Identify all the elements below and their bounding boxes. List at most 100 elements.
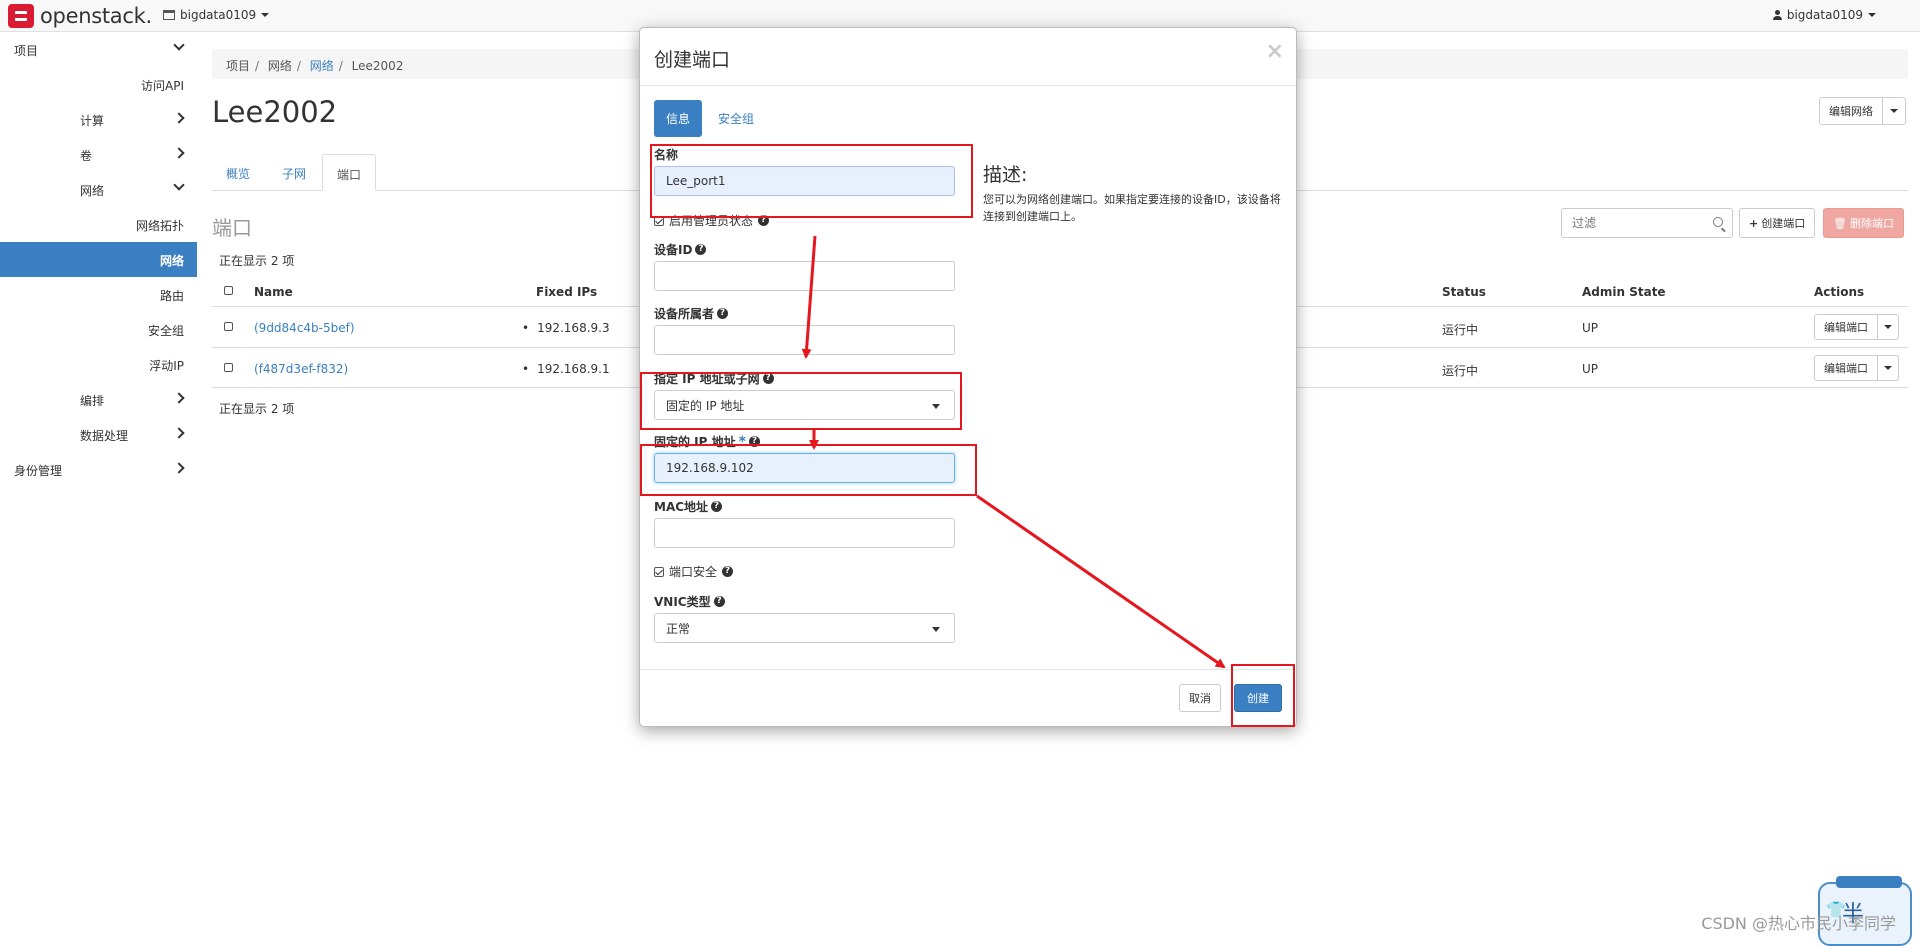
chevron-down-icon [173, 39, 185, 51]
sidebar-item-security-groups[interactable]: 安全组 [0, 312, 197, 347]
sidebar-item-floating-ips[interactable]: 浮动IP [0, 347, 197, 382]
edit-port-button[interactable]: 编辑端口 [1814, 314, 1878, 340]
create-button[interactable]: 创建 [1234, 684, 1282, 712]
vnic-type-select[interactable]: 正常 [654, 613, 955, 643]
sidebar-item-label: 访问API [141, 79, 184, 93]
question-icon[interactable]: ? [717, 308, 729, 319]
fixed-ip-input[interactable]: 192.168.9.102 [654, 453, 955, 483]
sidebar-item-network-group[interactable]: 网络 [0, 172, 197, 207]
breadcrumb-item: 项目 [226, 59, 251, 73]
tab-info[interactable]: 信息 [654, 100, 703, 137]
question-icon[interactable]: ? [758, 215, 770, 226]
item-count-top: 正在显示 2 项 [219, 254, 295, 268]
column-header-fixed-ips[interactable]: Fixed IPs [536, 285, 597, 299]
sidebar-item-label: 路由 [159, 289, 184, 303]
status-text: 运行中 [1442, 323, 1479, 337]
sidebar-item-label: 浮动IP [149, 359, 184, 373]
ip-or-subnet-select[interactable]: 固定的 IP 地址 [654, 390, 955, 420]
sidebar-item-label: 卷 [80, 149, 93, 163]
sidebar-item-label: 数据处理 [80, 429, 129, 443]
question-icon[interactable]: ? [762, 373, 774, 384]
edit-network-button[interactable]: 编辑网络 [1819, 97, 1883, 125]
modal-title: 创建端口 [654, 49, 731, 71]
column-header-status[interactable]: Status [1442, 285, 1486, 299]
sidebar-item-label: 网络 [80, 184, 105, 198]
row-action-dropdown-toggle[interactable] [1878, 314, 1899, 340]
caret-down-icon [1884, 366, 1892, 370]
sidebar-item-access-api[interactable]: 访问API [0, 67, 197, 102]
mac-address-input[interactable] [654, 518, 955, 548]
question-icon[interactable]: ? [711, 501, 723, 512]
openstack-logo[interactable]: openstack. [8, 4, 152, 28]
admin-state-checkbox-row[interactable]: 启用管理员状态 ? [654, 212, 770, 229]
sidebar-item-data-processing[interactable]: 数据处理 [0, 417, 197, 452]
ports-section-title: 端口 [212, 216, 252, 240]
create-port-button[interactable]: + 创建端口 [1739, 208, 1816, 238]
filter-input[interactable] [1562, 209, 1702, 237]
question-icon[interactable]: ? [748, 436, 760, 447]
cancel-button[interactable]: 取消 [1179, 684, 1221, 712]
port-name-input[interactable]: Lee_port1 [654, 166, 955, 196]
sidebar-item-networks[interactable]: 网络 [0, 242, 197, 277]
close-icon[interactable]: × [1266, 39, 1284, 64]
sidebar-item-compute[interactable]: 计算 [0, 102, 197, 137]
question-icon[interactable]: ? [713, 596, 725, 607]
port-name-link[interactable]: (f487d3ef-f832) [254, 362, 348, 376]
sidebar-item-label: 身份管理 [14, 464, 63, 478]
fixed-ip: 192.168.9.1 [522, 362, 610, 376]
select-all-checkbox[interactable] [224, 286, 233, 295]
sidebar-item-project[interactable]: 项目 [0, 32, 197, 67]
tab-overview[interactable]: 概览 [212, 154, 264, 191]
column-header-admin-state[interactable]: Admin State [1582, 285, 1666, 299]
sidebar-item-routers[interactable]: 路由 [0, 277, 197, 312]
delete-ports-button[interactable]: 🗑 删除端口 [1823, 208, 1904, 238]
caret-down-icon [261, 13, 270, 17]
admin-state-text: UP [1582, 362, 1599, 376]
edit-network-dropdown-toggle[interactable] [1883, 97, 1906, 125]
sidebar-item-label: 计算 [80, 114, 105, 128]
search-icon[interactable] [1713, 217, 1723, 227]
row-checkbox[interactable] [224, 363, 233, 372]
chevron-right-icon [173, 147, 185, 159]
page-title: Lee2002 [212, 95, 338, 129]
caret-down-icon [1884, 325, 1892, 329]
tab-security-groups[interactable]: 安全组 [706, 100, 766, 137]
item-count-bottom: 正在显示 2 项 [219, 402, 295, 416]
port-name-link[interactable]: (9dd84c4b-5bef) [254, 321, 355, 335]
ip-or-subnet-selected: 固定的 IP 地址 [666, 398, 745, 413]
sidebar-item-network-topology[interactable]: 网络拓扑 [0, 207, 197, 242]
tab-subnets[interactable]: 子网 [268, 154, 320, 191]
column-header-name[interactable]: Name [254, 285, 293, 299]
ip-or-subnet-label: 指定 IP 地址或子网? [654, 370, 774, 387]
sidebar-item-volumes[interactable]: 卷 [0, 137, 197, 172]
user-menu[interactable]: bigdata0109 [1772, 8, 1876, 22]
create-port-modal: 创建端口 × 信息 安全组 名称 Lee_port1 启用管理员状态 ? 设备I… [639, 27, 1297, 727]
chevron-down-icon [173, 179, 185, 191]
admin-state-label: 启用管理员状态 [669, 214, 754, 228]
sidebar-item-identity[interactable]: 身份管理 [0, 452, 197, 487]
tab-ports[interactable]: 端口 [322, 154, 377, 191]
row-action-group: 编辑端口 [1814, 355, 1899, 381]
breadcrumb-current: Lee2002 [351, 59, 404, 73]
question-icon[interactable]: ? [695, 244, 707, 255]
sidebar-item-orchestration[interactable]: 编排 [0, 382, 197, 417]
device-owner-input[interactable] [654, 325, 955, 355]
row-action-dropdown-toggle[interactable] [1878, 355, 1899, 381]
description-title: 描述: [983, 164, 1028, 186]
vnic-type-label: VNIC类型? [654, 593, 725, 610]
edit-port-button[interactable]: 编辑端口 [1814, 355, 1878, 381]
widget-top [1836, 876, 1902, 888]
modal-header: 创建端口 × [640, 28, 1296, 86]
row-checkbox[interactable] [224, 322, 233, 331]
breadcrumb-link[interactable]: 网络 [310, 59, 334, 73]
admin-state-checkbox[interactable] [654, 215, 664, 226]
port-security-checkbox[interactable] [654, 566, 664, 577]
csdn-watermark: CSDN @热心市民小李同学 [1701, 914, 1896, 933]
modal-tabs: 信息 安全组 [654, 100, 770, 137]
port-security-checkbox-row[interactable]: 端口安全 ? [654, 563, 734, 580]
required-marker: * [738, 433, 746, 450]
name-label: 名称 [654, 148, 679, 162]
question-icon[interactable]: ? [722, 566, 734, 577]
device-id-input[interactable] [654, 261, 955, 291]
project-switcher[interactable]: bigdata0109 [163, 8, 270, 22]
